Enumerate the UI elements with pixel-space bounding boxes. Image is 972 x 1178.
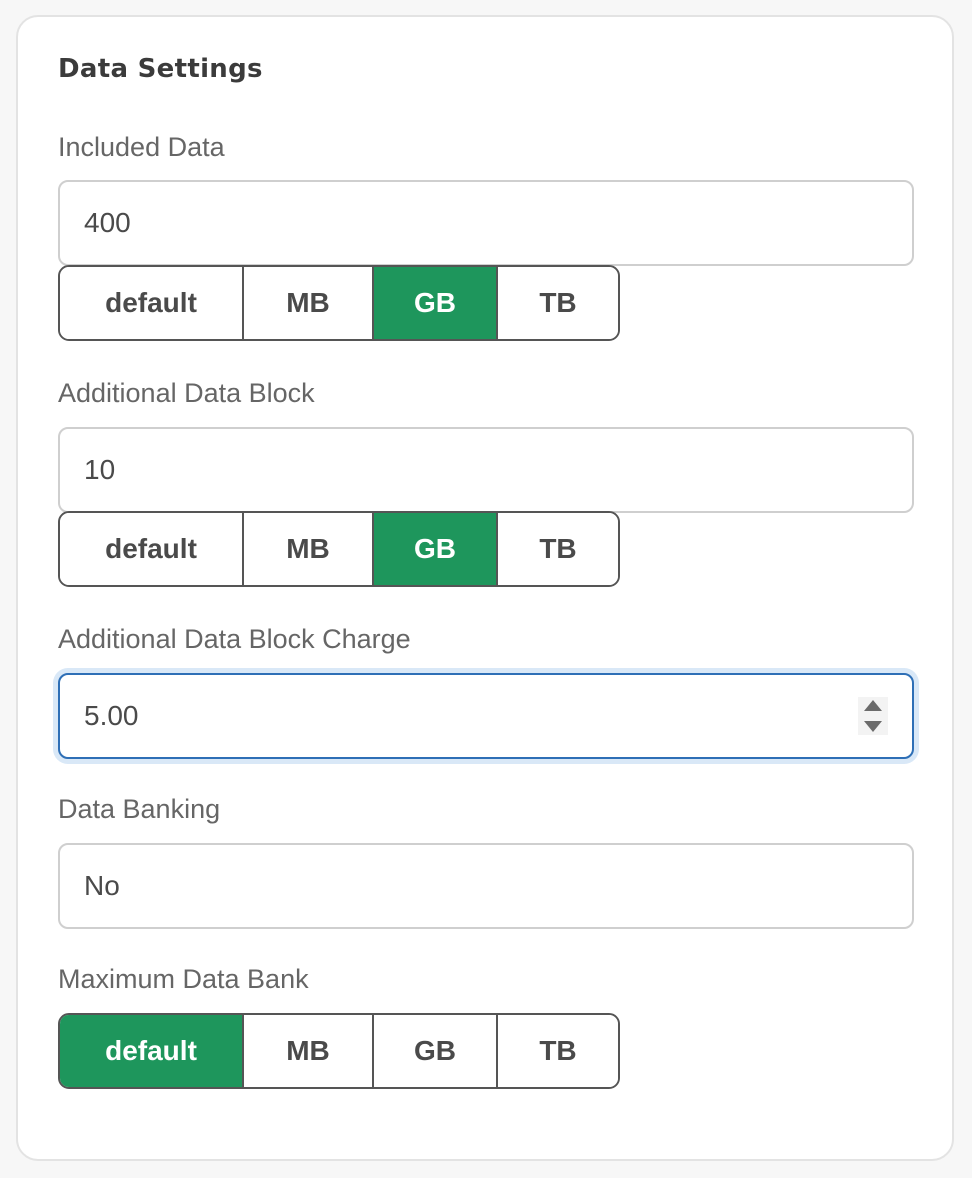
included-data-unit-selector: default MB GB TB (58, 265, 620, 341)
additional-data-block-unit-mb-button[interactable]: MB (244, 513, 374, 585)
spinner-arrows-icon[interactable] (858, 697, 888, 735)
included-data-value: 400 (84, 207, 131, 238)
additional-data-block-label: Additional Data Block (58, 378, 315, 408)
maximum-data-bank-label: Maximum Data Bank (58, 964, 309, 994)
maximum-data-bank-unit-default-button[interactable]: default (60, 1015, 244, 1087)
increment-arrow-icon[interactable] (864, 700, 882, 711)
maximum-data-bank-unit-selector: default MB GB TB (58, 1013, 620, 1089)
decrement-arrow-icon[interactable] (864, 721, 882, 732)
data-banking-label: Data Banking (58, 794, 221, 824)
maximum-data-bank-unit-mb-button[interactable]: MB (244, 1015, 374, 1087)
section-title: Data Settings (58, 54, 263, 84)
additional-data-block-unit-tb-button[interactable]: TB (498, 513, 618, 585)
included-data-label: Included Data (58, 132, 225, 162)
additional-data-block-charge-label: Additional Data Block Charge (58, 624, 411, 654)
maximum-data-bank-unit-gb-button[interactable]: GB (374, 1015, 498, 1087)
data-banking-select[interactable]: No (58, 843, 914, 929)
maximum-data-bank-unit-tb-button[interactable]: TB (498, 1015, 618, 1087)
included-data-input[interactable]: 400 (58, 180, 914, 266)
additional-data-block-unit-default-button[interactable]: default (60, 513, 244, 585)
additional-data-block-charge-input[interactable]: 5.00 (58, 673, 914, 759)
additional-data-block-value: 10 (84, 454, 116, 485)
additional-data-block-unit-gb-button[interactable]: GB (374, 513, 498, 585)
data-banking-value: No (84, 870, 120, 901)
included-data-unit-default-button[interactable]: default (60, 267, 244, 339)
included-data-unit-gb-button[interactable]: GB (374, 267, 498, 339)
additional-data-block-input[interactable]: 10 (58, 427, 914, 513)
included-data-unit-tb-button[interactable]: TB (498, 267, 618, 339)
additional-data-block-unit-selector: default MB GB TB (58, 511, 620, 587)
additional-data-block-charge-value: 5.00 (84, 700, 139, 731)
included-data-unit-mb-button[interactable]: MB (244, 267, 374, 339)
